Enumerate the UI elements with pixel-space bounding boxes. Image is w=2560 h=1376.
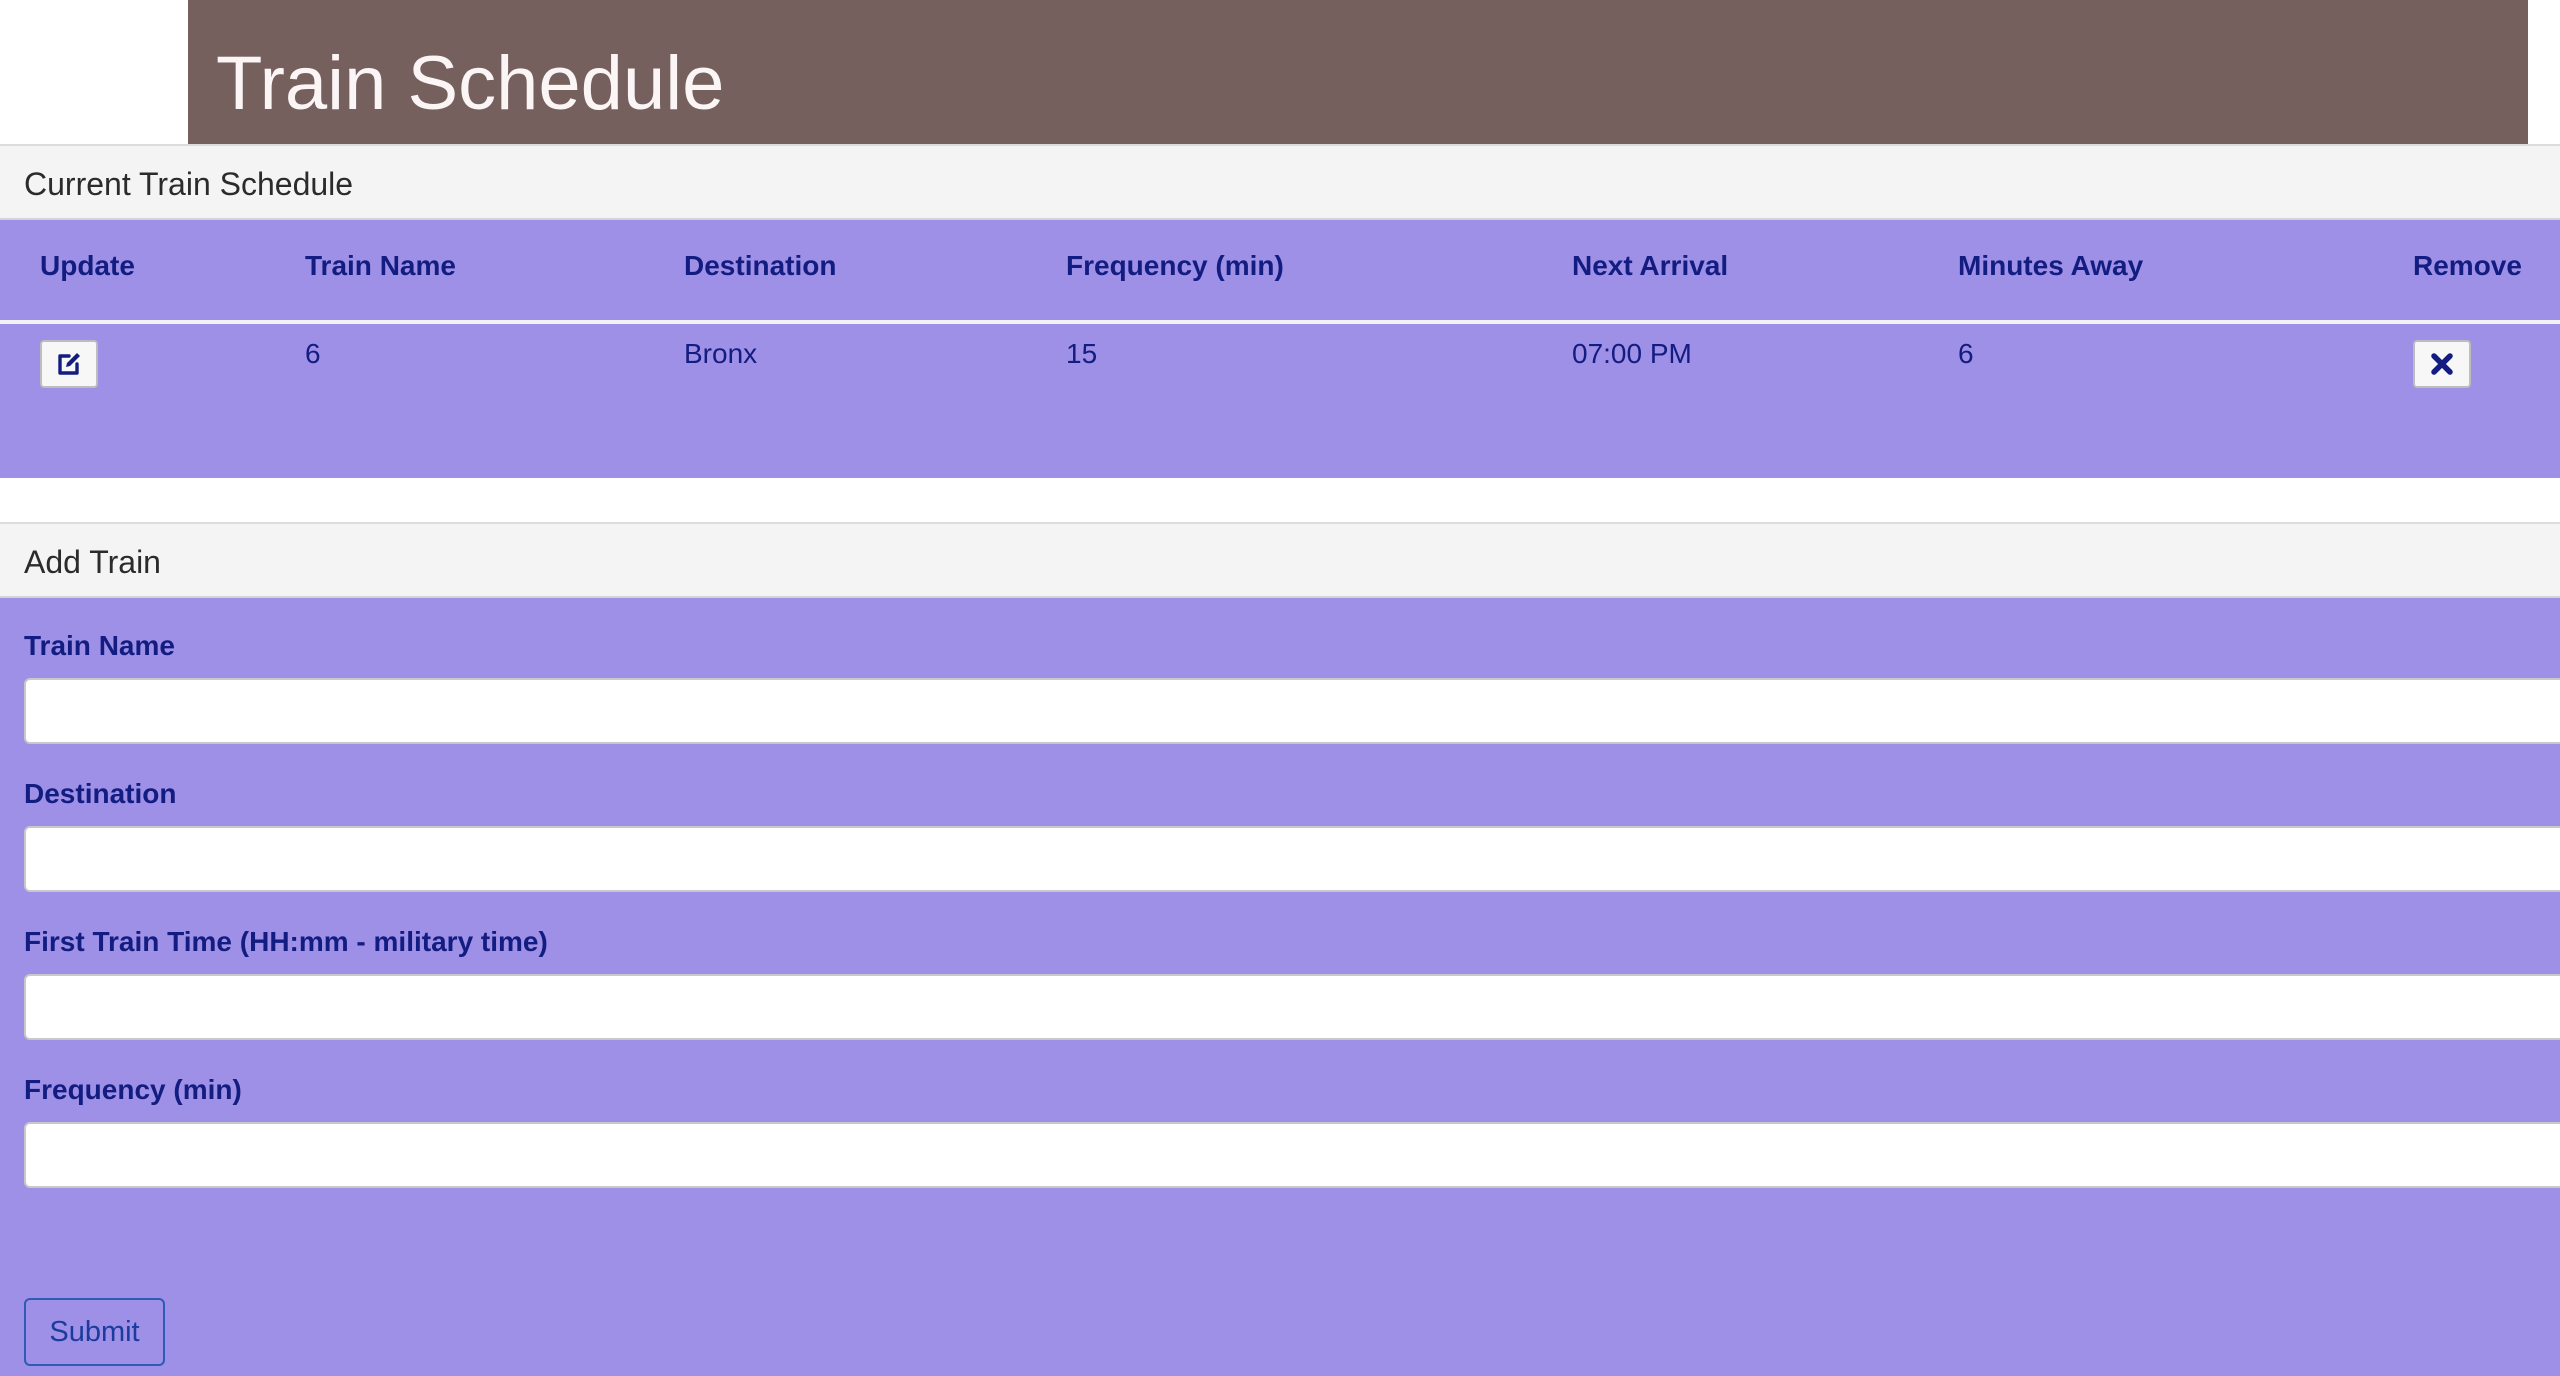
frequency-label: Frequency (min) [24, 1074, 242, 1105]
frequency-input[interactable] [24, 1122, 2560, 1188]
first-train-time-label: First Train Time (HH:mm - military time) [24, 926, 548, 957]
cell-frequency: 15 [1066, 338, 1098, 369]
cell-train-name: 6 [305, 338, 321, 369]
schedule-table: Update Train Name Destination Frequency … [0, 220, 2560, 478]
column-header-remove: Remove [2413, 250, 2522, 281]
add-train-heading: Add Train [24, 544, 161, 580]
table-header-divider [0, 320, 2560, 324]
edit-icon [58, 353, 80, 375]
cell-destination: Bronx [684, 338, 758, 369]
update-button[interactable] [40, 340, 98, 388]
schedule-heading: Current Train Schedule [24, 166, 354, 202]
remove-button[interactable] [2413, 340, 2471, 388]
add-train-panel-heading: Add Train [0, 522, 2560, 598]
column-header-frequency: Frequency (min) [1066, 250, 1284, 281]
first-train-time-input[interactable] [24, 974, 2560, 1040]
destination-input[interactable] [24, 826, 2560, 892]
column-header-destination: Destination [684, 250, 837, 281]
page-title: Train Schedule [216, 41, 725, 126]
column-header-minutes-away: Minutes Away [1958, 250, 2144, 281]
train-name-input[interactable] [24, 678, 2560, 744]
schedule-panel: Current Train Schedule Update Train Name… [0, 144, 2560, 478]
panel-spacer [0, 480, 2560, 522]
schedule-panel-heading: Current Train Schedule [0, 144, 2560, 220]
add-train-panel: Add Train Train Name Destination First T… [0, 522, 2560, 1376]
add-train-form: Train Name Destination First Train Time … [0, 598, 2560, 1376]
destination-label: Destination [24, 778, 177, 809]
header-banner: Train Schedule [188, 0, 2528, 144]
cell-minutes-away: 6 [1958, 338, 1974, 369]
submit-button[interactable]: Submit [24, 1298, 165, 1366]
column-header-train-name: Train Name [305, 250, 456, 281]
close-icon [2431, 353, 2453, 375]
train-name-label: Train Name [24, 630, 175, 661]
column-header-update: Update [40, 250, 135, 281]
cell-next-arrival: 07:00 PM [1572, 338, 1692, 369]
column-header-next-arrival: Next Arrival [1572, 250, 1729, 281]
